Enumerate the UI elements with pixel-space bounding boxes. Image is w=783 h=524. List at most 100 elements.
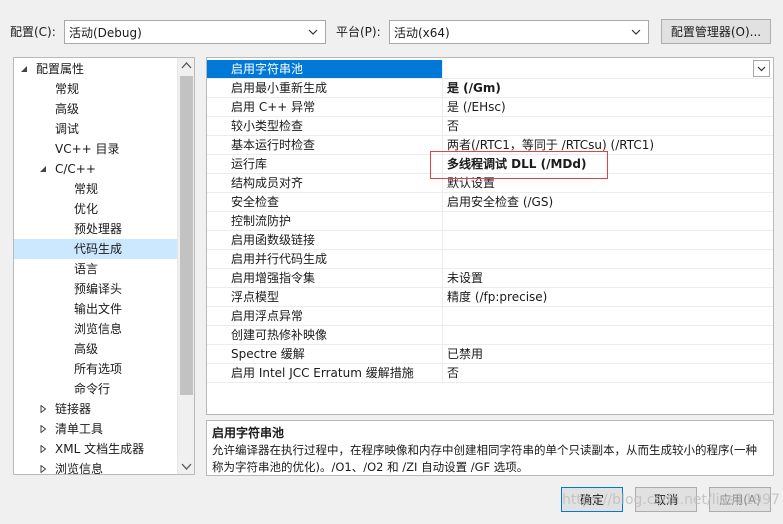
property-value[interactable] (443, 250, 773, 269)
property-value[interactable]: 是 (/EHsc) (443, 98, 773, 117)
tree-item[interactable]: 命令行 (14, 379, 178, 399)
property-value[interactable] (443, 326, 773, 345)
tree-item[interactable]: 高级 (14, 339, 178, 359)
description-text: 允许编译器在执行过程中，在程序映像和内存中创建相同字符串的单个只读副本，从而生成… (212, 443, 757, 474)
property-name: 基本运行时检查 (207, 136, 443, 155)
expanded-arrow-icon[interactable] (39, 165, 47, 173)
property-row[interactable]: 启用浮点异常 (207, 307, 773, 326)
config-manager-button[interactable]: 配置管理器(O)... (661, 19, 771, 44)
property-row[interactable]: Spectre 缓解 已禁用 (207, 345, 773, 364)
tree-item[interactable]: 链接器 (14, 399, 178, 419)
highlight-box (430, 151, 608, 179)
property-value[interactable] (443, 307, 773, 326)
collapsed-arrow-icon[interactable] (39, 425, 47, 433)
property-row[interactable]: 启用并行代码生成 (207, 250, 773, 269)
tree-item-label: 优化 (74, 202, 99, 216)
tree-item[interactable]: 预编译头 (14, 279, 178, 299)
tree-item[interactable]: 常规 (14, 179, 178, 199)
collapsed-arrow-icon[interactable] (39, 465, 47, 473)
scroll-down-icon[interactable] (181, 461, 192, 471)
tree-item[interactable]: 配置属性 (14, 59, 178, 79)
tree-item-label: 预处理器 (74, 222, 123, 236)
tree-item[interactable]: C/C++ (14, 159, 178, 179)
chevron-down-icon (631, 29, 641, 35)
tree-item-label: 语言 (74, 262, 99, 276)
property-name: 较小类型检查 (207, 117, 443, 136)
tree-item[interactable]: 语言 (14, 259, 178, 279)
property-name: Spectre 缓解 (207, 345, 443, 364)
expanded-arrow-icon[interactable] (20, 65, 28, 73)
property-row[interactable]: 较小类型检查否 (207, 117, 773, 136)
tree-item-label: 配置属性 (36, 62, 85, 76)
tree-item[interactable]: 预处理器 (14, 219, 178, 239)
property-row[interactable]: 启用 C++ 异常是 (/EHsc) (207, 98, 773, 117)
property-name: 启用字符串池 (207, 60, 443, 79)
tree-item-label: 链接器 (55, 402, 92, 416)
tree-item-label: 所有选项 (74, 362, 123, 376)
property-value[interactable]: 精度 (/fp:precise) (443, 288, 773, 307)
property-row[interactable]: 控制流防护 (207, 212, 773, 231)
tree-item-label: 高级 (55, 102, 80, 116)
tree-item[interactable]: VC++ 目录 (14, 139, 178, 159)
tree-item[interactable]: XML 文档生成器 (14, 439, 178, 459)
tree-item[interactable]: 调试 (14, 119, 178, 139)
property-row[interactable]: 启用字符串池 (207, 60, 773, 79)
property-row[interactable]: 启用增强指令集 未设置 (207, 269, 773, 288)
property-row[interactable]: 启用 Intel JCC Erratum 缓解措施否 (207, 364, 773, 383)
property-name: 控制流防护 (207, 212, 443, 231)
property-value[interactable]: 已禁用 (443, 345, 773, 364)
scroll-up-icon[interactable] (181, 61, 192, 71)
property-value[interactable]: 未设置 (443, 269, 773, 288)
property-value[interactable]: 启用安全检查 (/GS) (443, 193, 773, 212)
config-label: 配置(C): (10, 25, 56, 39)
ok-button[interactable]: 确定 (561, 487, 623, 512)
property-value[interactable] (443, 231, 773, 250)
collapsed-arrow-icon[interactable] (39, 405, 47, 413)
tree-item-label: 清单工具 (55, 422, 104, 436)
tree-scroll-thumb[interactable] (180, 76, 193, 395)
tree-item-label: 命令行 (74, 382, 111, 396)
property-row[interactable]: 安全检查 启用安全检查 (/GS) (207, 193, 773, 212)
property-value[interactable]: 是 (/Gm) (443, 79, 773, 98)
tree-item-label: C/C++ (55, 162, 96, 176)
property-value[interactable]: 否 (443, 117, 773, 136)
tree-item[interactable]: 浏览信息 (14, 459, 178, 475)
tree-item[interactable]: 优化 (14, 199, 178, 219)
property-row[interactable]: 浮点模型 精度 (/fp:precise) (207, 288, 773, 307)
config-dropdown[interactable]: 活动(Debug) (64, 20, 326, 44)
tree-item-label: 调试 (55, 122, 80, 136)
description-panel: 启用字符串池 允许编译器在执行过程中，在程序映像和内存中创建相同字符串的单个只读… (206, 420, 774, 476)
property-value[interactable] (443, 60, 773, 79)
collapsed-arrow-icon[interactable] (39, 445, 47, 453)
platform-value: 活动(x64) (394, 25, 450, 40)
chevron-down-icon (308, 29, 318, 35)
tree-item[interactable]: 清单工具 (14, 419, 178, 439)
tree-item-label: 高级 (74, 342, 99, 356)
property-tree: 配置属性 常规 高级 调试 VC++ 目录 C/C++ 常规 优化 预处理器 代码生成 语言 预编译头… (13, 57, 195, 475)
property-name: 启用浮点异常 (207, 307, 443, 326)
property-row[interactable]: 启用函数级链接 (207, 231, 773, 250)
tree-item[interactable]: 高级 (14, 99, 178, 119)
tree-item-label: 代码生成 (74, 242, 123, 256)
tree-item[interactable]: 常规 (14, 79, 178, 99)
property-value[interactable]: 否 (443, 364, 773, 383)
property-value[interactable] (443, 212, 773, 231)
property-row[interactable]: 创建可热修补映像 (207, 326, 773, 345)
property-name: 启用并行代码生成 (207, 250, 443, 269)
property-name: 启用增强指令集 (207, 269, 443, 288)
tree-item[interactable]: 浏览信息 (14, 319, 178, 339)
tree-item-label: 常规 (55, 82, 80, 96)
property-name: 启用函数级链接 (207, 231, 443, 250)
tree-scrollbar[interactable] (177, 58, 194, 474)
tree-item[interactable]: 所有选项 (14, 359, 178, 379)
tree-item-label: 浏览信息 (55, 462, 104, 475)
tree-item[interactable]: 代码生成 (14, 239, 178, 259)
property-row[interactable]: 启用最小重新生成是 (/Gm) (207, 79, 773, 98)
apply-button[interactable]: 应用(A) (709, 487, 771, 512)
config-value: 活动(Debug) (69, 25, 142, 40)
cancel-button[interactable]: 取消 (635, 487, 697, 512)
value-dropdown[interactable] (753, 60, 770, 77)
platform-dropdown[interactable]: 活动(x64) (389, 20, 649, 44)
tree-item[interactable]: 输出文件 (14, 299, 178, 319)
property-name: 启用 C++ 异常 (207, 98, 443, 117)
